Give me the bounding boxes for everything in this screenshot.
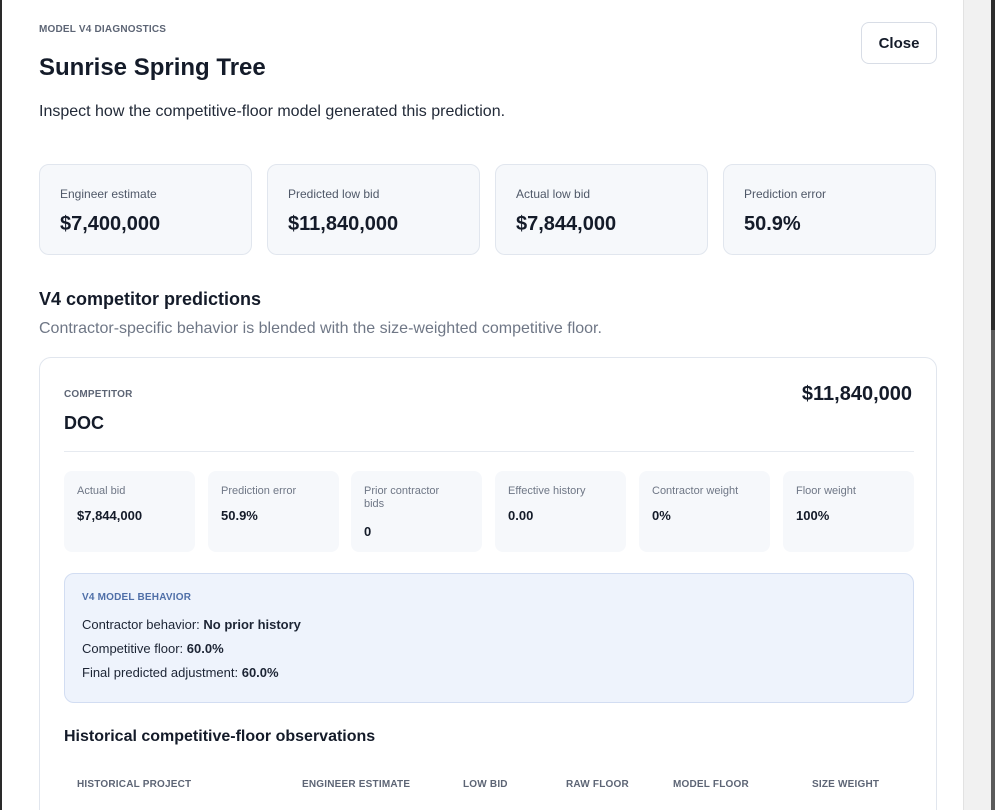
- column-raw-floor: RAW FLOOR: [566, 779, 629, 790]
- behavior-contractor-line: Contractor behavior: No prior history: [82, 617, 301, 632]
- modal-title: Sunrise Spring Tree: [39, 54, 266, 81]
- column-engineer-estimate: ENGINEER ESTIMATE: [302, 779, 411, 790]
- close-button[interactable]: Close: [861, 22, 937, 64]
- column-model-floor: MODEL FLOOR: [673, 779, 749, 790]
- metric-floor-weight: Floor weight 100%: [783, 471, 914, 552]
- stat-value: $7,844,000: [516, 213, 617, 235]
- metric-contractor-weight: Contractor weight 0%: [639, 471, 770, 552]
- metric-label: Effective history: [508, 485, 586, 497]
- behavior-adjustment-value: 60.0%: [241, 665, 279, 680]
- metric-effective-history: Effective history 0.00: [495, 471, 626, 552]
- window-edge-dark: [991, 0, 995, 330]
- metric-prediction-error: Prediction error 50.9%: [208, 471, 339, 552]
- behavior-contractor-value: No prior history: [203, 617, 301, 632]
- competitor-predicted-amount: $11,840,000: [801, 383, 912, 405]
- stat-label: Predicted low bid: [288, 187, 380, 201]
- competitor-card: COMPETITOR DOC $11,840,000 Actual bid $7…: [39, 357, 937, 810]
- stat-label: Engineer estimate: [60, 187, 157, 201]
- backdrop-area: [963, 0, 995, 810]
- competitor-eyebrow: COMPETITOR: [64, 389, 133, 400]
- metric-actual-bid: Actual bid $7,844,000: [64, 471, 195, 552]
- competitor-divider: [64, 451, 914, 452]
- stat-card-actual-low-bid: Actual low bid $7,844,000: [495, 164, 708, 255]
- behavior-adjustment-line: Final predicted adjustment: 60.0%: [82, 665, 279, 680]
- metric-value: 100%: [796, 508, 830, 523]
- behavior-eyebrow: V4 MODEL BEHAVIOR: [82, 592, 192, 603]
- modal-eyebrow: MODEL V4 DIAGNOSTICS: [39, 24, 167, 35]
- stat-card-engineer-estimate: Engineer estimate $7,400,000: [39, 164, 252, 255]
- metric-value: 50.9%: [221, 508, 258, 523]
- diagnostics-modal: MODEL V4 DIAGNOSTICS Sunrise Spring Tree…: [0, 0, 963, 810]
- metric-label: Prediction error: [221, 485, 297, 497]
- backdrop-divider: [963, 0, 964, 810]
- metric-value: 0%: [652, 508, 671, 523]
- history-title: Historical competitive-floor observation…: [64, 728, 376, 745]
- metric-label: Floor weight: [796, 485, 856, 497]
- stat-value: $7,400,000: [60, 213, 161, 235]
- column-size-weight: SIZE WEIGHT: [812, 779, 880, 790]
- column-low-bid: LOW BID: [463, 779, 508, 790]
- metric-value: 0.00: [508, 508, 534, 523]
- stat-label: Actual low bid: [516, 187, 591, 201]
- behavior-adjustment-label: Final predicted adjustment:: [82, 665, 239, 680]
- metric-value: $7,844,000: [77, 508, 143, 523]
- metric-value: 0: [364, 524, 372, 539]
- model-behavior-panel: V4 MODEL BEHAVIOR Contractor behavior: N…: [64, 573, 914, 703]
- behavior-contractor-label: Contractor behavior:: [82, 617, 200, 632]
- column-historical-project: HISTORICAL PROJECT: [77, 779, 192, 790]
- stat-value: 50.9%: [744, 213, 801, 235]
- predictions-title: V4 competitor predictions: [39, 289, 262, 309]
- stat-card-predicted-low-bid: Predicted low bid $11,840,000: [267, 164, 480, 255]
- stat-label: Prediction error: [744, 187, 827, 201]
- modal-subtitle: Inspect how the competitive-floor model …: [39, 103, 506, 120]
- behavior-floor-value: 60.0%: [186, 641, 224, 656]
- metric-label: Prior contractor bids: [364, 485, 440, 510]
- competitor-name: DOC: [64, 413, 104, 433]
- metric-label: Contractor weight: [652, 485, 739, 497]
- predictions-subtitle: Contractor-specific behavior is blended …: [39, 320, 602, 337]
- metric-label: Actual bid: [77, 485, 126, 497]
- behavior-floor-line: Competitive floor: 60.0%: [82, 641, 224, 656]
- stat-value: $11,840,000: [288, 213, 399, 235]
- stat-card-prediction-error: Prediction error 50.9%: [723, 164, 936, 255]
- behavior-floor-label: Competitive floor:: [82, 641, 184, 656]
- metric-prior-contractor-bids: Prior contractor bids 0: [351, 471, 482, 552]
